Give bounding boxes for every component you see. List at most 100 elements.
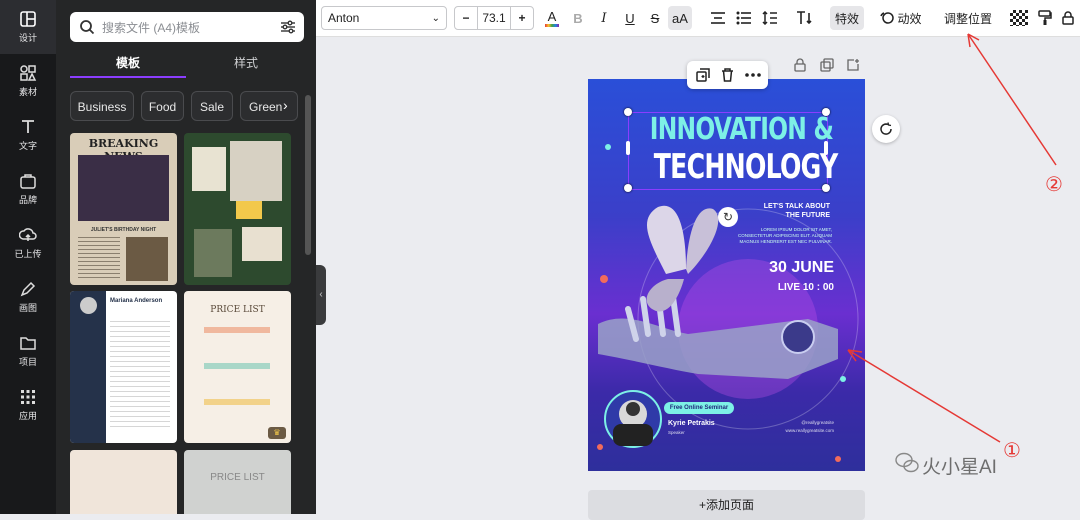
page-duplicate-button[interactable] (820, 58, 834, 72)
rail-label: 应用 (18, 411, 37, 421)
template-thumb-price2[interactable]: PRICE LIST (184, 450, 291, 514)
search-input[interactable] (100, 12, 274, 44)
page-add-button[interactable] (846, 58, 860, 72)
vertical-text-icon (797, 11, 812, 25)
rail-item-elements[interactable]: 素材 (0, 54, 56, 108)
page-lock-button[interactable] (794, 58, 808, 72)
seminar-badge: Free Online Seminar (664, 402, 734, 414)
rail-item-brand[interactable]: 品牌 (0, 162, 56, 216)
wechat-logo-icon (895, 452, 919, 474)
rail-label: 已上传 (14, 249, 42, 259)
text-toolbar: Anton ⌄ − 73.1 + A B I U S aA 特效 动效 调整位置 (316, 0, 1080, 37)
template-news-caption: JULIET'S BIRTHDAY NIGHT (90, 227, 157, 233)
tab-styles[interactable]: 样式 (188, 54, 304, 76)
resize-handle[interactable] (624, 108, 632, 116)
rail-item-apps[interactable]: 应用 (0, 378, 56, 432)
rail-item-uploads[interactable]: 已上传 (0, 216, 56, 270)
chip-business[interactable]: Business (70, 91, 134, 121)
font-family-value: Anton (328, 11, 360, 25)
text-color-button[interactable]: A (542, 6, 562, 30)
rail-item-projects[interactable]: 项目 (0, 324, 56, 378)
bold-button[interactable]: B (568, 6, 588, 30)
rotate-icon[interactable]: ↻ (718, 207, 738, 227)
position-button[interactable]: 调整位置 (944, 6, 992, 30)
brand-icon (20, 174, 36, 189)
speaker-name: Kyrie Petrakis (668, 420, 715, 427)
animate-label: 动效 (897, 11, 922, 26)
side-handle[interactable] (626, 141, 630, 155)
template-collage-photo (192, 147, 226, 191)
panel-scrollbar[interactable] (305, 95, 311, 255)
chevron-right-icon[interactable]: › (283, 97, 297, 117)
template-resume-lines (110, 321, 170, 431)
chip-green-label: Green (249, 100, 283, 114)
design-page[interactable]: INNOVATION & TECHNOLOGY ↻ LET'S TALK ABO… (588, 79, 865, 471)
template-price2-title: PRICE LIST (210, 472, 265, 483)
rail-label: 项目 (18, 357, 37, 367)
transparency-icon[interactable] (1010, 10, 1028, 26)
template-collage-sticky (236, 201, 262, 219)
strikethrough-button[interactable]: S (645, 6, 665, 30)
lock-button[interactable] (1060, 6, 1076, 30)
paint-format-button[interactable] (1036, 6, 1054, 30)
talk-text: LET'S TALK ABOUT (763, 203, 830, 210)
magic-refresh-button[interactable] (872, 115, 900, 143)
increase-size-button[interactable]: + (511, 11, 533, 25)
template-price-bar3 (204, 399, 270, 405)
effects-button[interactable]: 特效 (830, 6, 864, 30)
chip-food[interactable]: Food (141, 91, 184, 121)
duplicate-icon[interactable] (696, 68, 710, 82)
template-thumb-news[interactable]: BREAKING NEWS JULIET'S BIRTHDAY NIGHT (70, 133, 177, 285)
template-thumb-beige[interactable] (70, 450, 177, 514)
annotation-two: ② (1045, 174, 1063, 196)
headline-line1[interactable]: INNOVATION & (650, 113, 834, 147)
collapse-panel-handle[interactable]: ‹ (316, 265, 326, 325)
font-size-input[interactable]: 73.1 (477, 7, 511, 29)
search-icon (80, 20, 95, 35)
spacing-button[interactable] (760, 6, 780, 30)
rail-item-draw[interactable]: 画图 (0, 270, 56, 324)
headline-line2[interactable]: TECHNOLOGY (654, 148, 839, 186)
crown-icon: ♛ (268, 427, 286, 439)
lorem-text: LOREM IPSUM DOLOR SIT AMET, CONSECTETUR … (737, 227, 832, 244)
animate-icon (880, 12, 895, 24)
draw-icon (20, 281, 36, 297)
rail-label: 素材 (18, 87, 37, 97)
element-floating-toolbar (687, 61, 768, 89)
tab-templates[interactable]: 模板 (70, 54, 186, 78)
template-thumb-collage[interactable] (184, 133, 291, 285)
template-collage-photo2 (194, 229, 232, 277)
letter-case-button[interactable]: aA (668, 6, 692, 30)
social-handle: @reallygreatsite (801, 420, 834, 425)
refresh-sparkle-icon (880, 122, 892, 135)
italic-button[interactable]: I (594, 6, 614, 30)
lock-icon (1062, 11, 1074, 25)
filter-sliders-icon[interactable] (280, 19, 296, 35)
more-options-icon[interactable] (745, 73, 761, 77)
apps-icon (21, 390, 35, 404)
template-thumb-price[interactable]: PRICE LIST ♛ (184, 291, 291, 443)
rail-item-text[interactable]: 文字 (0, 108, 56, 162)
underline-button[interactable]: U (620, 6, 640, 30)
template-price-title: PRICE LIST (210, 305, 265, 315)
text-color-icon: A (547, 8, 557, 24)
align-center-button[interactable] (708, 6, 728, 30)
chip-sale[interactable]: Sale (191, 91, 233, 121)
rail-item-design[interactable]: 设计 (0, 0, 56, 54)
add-page-icon (847, 59, 859, 71)
line-spacing-icon (762, 11, 777, 25)
template-thumb-resume[interactable]: Mariana Anderson (70, 291, 177, 443)
trash-icon[interactable] (721, 68, 734, 82)
decrease-size-button[interactable]: − (455, 11, 477, 25)
list-button[interactable] (734, 6, 754, 30)
resize-handle[interactable] (624, 184, 632, 192)
template-collage-note (230, 141, 282, 201)
rail-label: 画图 (18, 303, 37, 313)
vertical-text-button[interactable] (793, 6, 815, 30)
paint-roller-icon (1038, 10, 1052, 25)
animate-button[interactable]: 动效 (879, 6, 923, 30)
add-page-button[interactable]: +添加页面 (588, 490, 865, 520)
template-resume-avatar (80, 297, 97, 314)
event-date: 30 JUNE (769, 259, 834, 276)
font-family-select[interactable]: Anton ⌄ (321, 6, 447, 30)
